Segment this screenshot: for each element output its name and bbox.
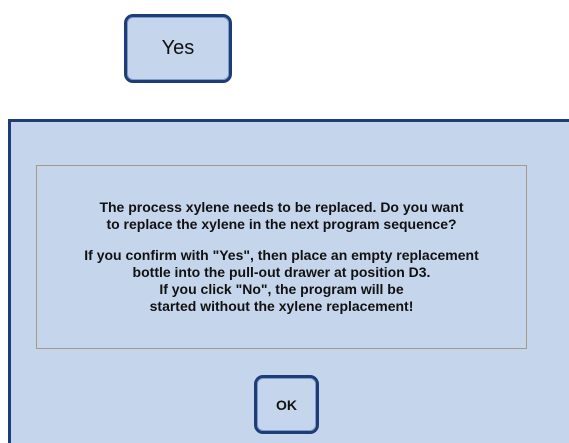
yes-button[interactable]: Yes	[124, 14, 232, 83]
message-line: The process xylene needs to be replaced.…	[99, 199, 464, 215]
message-line: bottle into the pull-out drawer at posit…	[132, 264, 431, 280]
message-line: started without the xylene replacement!	[149, 298, 414, 314]
message-line: If you confirm with "Yes", then place an…	[84, 247, 479, 263]
message-line: to replace the xylene in the next progra…	[106, 216, 457, 232]
ok-button[interactable]: OK	[254, 375, 319, 434]
message-line: If you click "No", the program will be	[159, 281, 404, 297]
xylene-replacement-dialog: The process xylene needs to be replaced.…	[8, 119, 569, 443]
screen-canvas: Yes The process xylene needs to be repla…	[0, 0, 569, 443]
dialog-message: The process xylene needs to be replaced.…	[36, 165, 527, 349]
